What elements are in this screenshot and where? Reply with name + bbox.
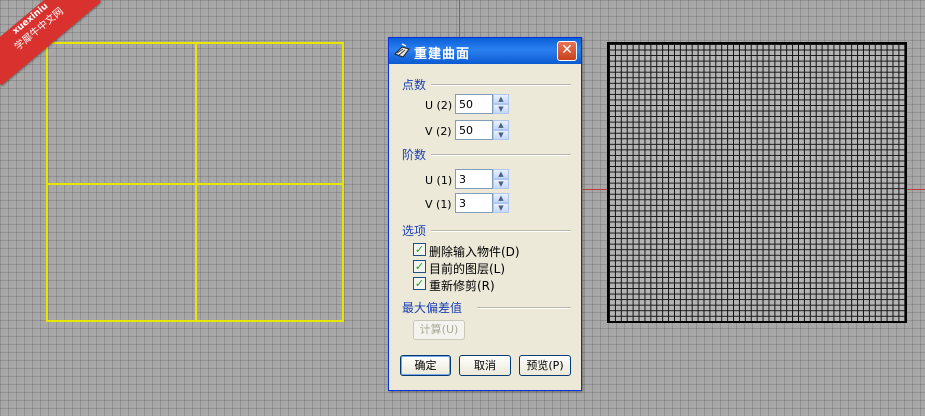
spin-up-icon[interactable]: ▲ bbox=[493, 120, 509, 130]
rebuild-surface-dialog: 重建曲面 ✕ 点数 U (2) ▲ ▼ V (2) ▲ ▼ 阶数 U (1) ▲… bbox=[388, 37, 582, 391]
group-divider bbox=[431, 84, 571, 86]
close-icon: ✕ bbox=[561, 42, 573, 58]
group-divider bbox=[477, 307, 571, 309]
cancel-button[interactable]: 取消 bbox=[459, 355, 511, 376]
points-u-stepper[interactable]: ▲ ▼ bbox=[455, 94, 509, 114]
group-label-degree: 阶数 bbox=[402, 148, 427, 162]
degree-v-stepper[interactable]: ▲ ▼ bbox=[455, 193, 509, 213]
dialog-title-bar[interactable]: 重建曲面 ✕ bbox=[389, 38, 581, 64]
checkbox-checked-icon[interactable]: ✓ bbox=[413, 277, 426, 290]
group-label-max-deviation: 最大偏差值 bbox=[402, 301, 463, 315]
points-v-stepper[interactable]: ▲ ▼ bbox=[455, 120, 509, 140]
y-axis-line bbox=[459, 0, 460, 40]
spin-down-icon[interactable]: ▼ bbox=[493, 203, 509, 213]
option-label: 重新修剪(R) bbox=[429, 279, 495, 293]
degree-u-label: U (1) bbox=[425, 174, 453, 187]
spin-up-icon[interactable]: ▲ bbox=[493, 169, 509, 179]
spin-up-icon[interactable]: ▲ bbox=[493, 94, 509, 104]
rebuilt-surface-preview[interactable] bbox=[607, 42, 907, 323]
surface-isocurve-u bbox=[195, 44, 197, 320]
spin-up-icon[interactable]: ▲ bbox=[493, 193, 509, 203]
points-u-input[interactable] bbox=[455, 94, 493, 114]
points-u-label: U (2) bbox=[425, 99, 453, 112]
group-label-options: 选项 bbox=[402, 224, 427, 238]
option-label: 目前的图层(L) bbox=[429, 262, 506, 276]
close-button[interactable]: ✕ bbox=[557, 41, 577, 61]
degree-u-stepper[interactable]: ▲ ▼ bbox=[455, 169, 509, 189]
points-v-label: V (2) bbox=[425, 125, 452, 138]
group-divider bbox=[431, 230, 571, 232]
rebuild-surface-icon bbox=[394, 43, 410, 58]
preview-button[interactable]: 预览(P) bbox=[519, 355, 571, 376]
group-divider bbox=[431, 154, 571, 156]
checkbox-checked-icon[interactable]: ✓ bbox=[413, 260, 426, 273]
calculate-button[interactable]: 计算(U) bbox=[413, 320, 465, 340]
spin-down-icon[interactable]: ▼ bbox=[493, 130, 509, 140]
degree-v-input[interactable] bbox=[455, 193, 493, 213]
surface-isocurve-v bbox=[48, 183, 342, 185]
degree-v-label: V (1) bbox=[425, 198, 452, 211]
checkbox-checked-icon[interactable]: ✓ bbox=[413, 243, 426, 256]
group-label-point-count: 点数 bbox=[402, 78, 427, 92]
input-surface-selected[interactable] bbox=[46, 42, 344, 322]
spin-down-icon[interactable]: ▼ bbox=[493, 179, 509, 189]
option-label: 删除输入物件(D) bbox=[429, 245, 520, 259]
dialog-title: 重建曲面 bbox=[414, 47, 471, 62]
points-v-input[interactable] bbox=[455, 120, 493, 140]
spin-down-icon[interactable]: ▼ bbox=[493, 104, 509, 114]
degree-u-input[interactable] bbox=[455, 169, 493, 189]
ok-button[interactable]: 确定 bbox=[400, 355, 451, 376]
